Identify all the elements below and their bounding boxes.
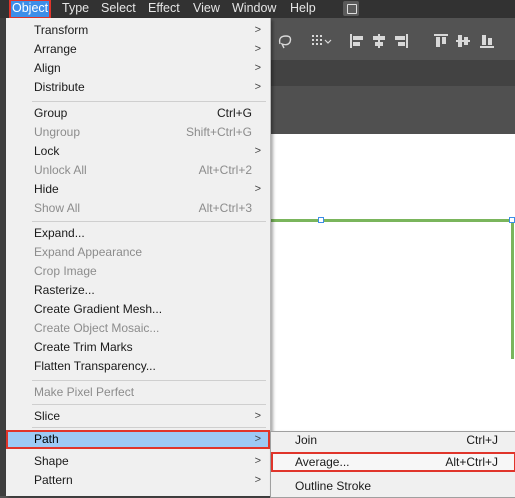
menu-separator [32,404,266,405]
menu-item-label: Group [34,106,68,120]
menu-item-crop-image: Crop Image [6,262,270,281]
path-submenu: Join Ctrl+J Average... Alt+Ctrl+J Outline … [270,431,515,498]
menu-item-label: Outline Stroke [295,479,372,493]
menu-item-shortcut: Ctrl+J [466,433,498,447]
menu-item-label: Unlock All [34,163,87,177]
menu-separator [32,380,266,381]
grid-dropdown-icon[interactable] [312,35,332,45]
menu-item-label: Lock [34,144,60,158]
menu-window[interactable]: Window [232,0,276,18]
menu-item-label: Hide [34,182,59,196]
menu-item-lock[interactable]: Lock > [6,142,270,161]
menu-item-shortcut: Shift+Ctrl+G [185,125,252,139]
menu-item-hide[interactable]: Hide > [6,180,270,199]
menu-item-shortcut: Alt+Ctrl+3 [198,201,252,215]
menu-item-pattern[interactable]: Pattern > [6,471,270,490]
align-bottom-icon[interactable] [480,35,494,48]
menu-bar: Object Type Select Effect View Window He… [0,0,515,19]
anchor-handle[interactable] [318,217,324,223]
menu-item-shape[interactable]: Shape > [6,452,270,471]
menu-item-label: Ungroup [34,125,81,139]
menu-item-distribute[interactable]: Distribute > [6,78,270,97]
object-menu: Transform > Arrange > Align > Distribute > G… [6,18,271,496]
align-middle-icon[interactable] [456,35,470,47]
menu-item-label: Create Object Mosaic... [34,321,160,335]
align-right-icon[interactable] [395,34,408,48]
menu-item-label: Flatten Transparency... [34,359,156,373]
menu-type[interactable]: Type [62,0,89,18]
arrange-documents-icon[interactable] [343,1,359,16]
menu-item-expand[interactable]: Expand... [6,224,270,243]
menu-item-expand-appearance: Expand Appearance [6,243,270,262]
menu-item-shortcut: Alt+Ctrl+2 [198,163,252,177]
menu-item-rasterize[interactable]: Rasterize... [6,281,270,300]
submenu-item-average[interactable]: Average... Alt+Ctrl+J [271,452,515,472]
align-top-icon[interactable] [434,34,448,47]
menu-item-path[interactable]: Path > [6,430,270,449]
menu-item-label: Show All [34,201,81,215]
menu-separator [32,101,266,102]
menu-item-slice[interactable]: Slice > [6,407,270,426]
menu-select[interactable]: Select [101,0,136,18]
menu-item-label: Join [295,433,318,447]
menu-item-group[interactable]: Group Ctrl+G [6,104,270,123]
menu-item-label: Transform [34,23,89,37]
menu-item-label: Create Gradient Mesh... [34,302,163,316]
chevron-right-icon: > [254,410,261,422]
chevron-right-icon: > [254,43,261,55]
chevron-right-icon: > [254,62,261,74]
menu-item-shortcut: Alt+Ctrl+J [445,455,498,469]
submenu-item-join[interactable]: Join Ctrl+J [271,430,515,450]
chevron-right-icon: > [254,183,261,195]
menu-item-ungroup: Ungroup Shift+Ctrl+G [6,123,270,142]
chevron-right-icon: > [254,81,261,93]
menu-item-label: Rasterize... [34,283,95,297]
chevron-right-icon: > [254,474,261,486]
menu-item-arrange[interactable]: Arrange > [6,40,270,59]
menu-item-create-gradient-mesh[interactable]: Create Gradient Mesh... [6,300,270,319]
menu-item-make-pixel-perfect: Make Pixel Perfect [6,383,270,402]
menu-item-unlock-all: Unlock All Alt+Ctrl+2 [6,161,270,180]
menu-item-create-trim-marks[interactable]: Create Trim Marks [6,338,270,357]
menu-item-label: Expand Appearance [34,245,143,259]
menu-item-label: Expand... [34,226,85,240]
menu-view[interactable]: View [193,0,220,18]
chevron-right-icon: > [254,145,261,157]
menu-help[interactable]: Help [290,0,316,18]
selected-path-top[interactable] [270,219,513,222]
align-center-icon[interactable] [373,34,385,48]
menu-item-label: Slice [34,409,61,423]
document-header [270,86,515,134]
menu-item-label: Make Pixel Perfect [34,385,135,399]
menu-item-create-object-mosaic: Create Object Mosaic... [6,319,270,338]
menu-item-flatten-transparency[interactable]: Flatten Transparency... [6,357,270,376]
submenu-item-outline-stroke[interactable]: Outline Stroke [271,476,515,496]
menu-item-label: Arrange [34,42,77,56]
menu-item-label: Align [34,61,61,75]
menu-item-label: Distribute [34,80,85,94]
menu-item-transform[interactable]: Transform > [6,21,270,40]
menu-item-label: Pattern [34,473,73,487]
document-tab-bar [270,60,515,86]
menu-item-show-all: Show All Alt+Ctrl+3 [6,199,270,218]
menu-object[interactable]: Object [8,0,52,19]
lasso-icon[interactable] [278,35,292,49]
menu-item-label: Create Trim Marks [34,340,133,354]
chevron-right-icon: > [254,433,261,445]
menu-effect[interactable]: Effect [148,0,180,18]
chevron-right-icon: > [254,455,261,467]
menu-item-label: Crop Image [34,264,97,278]
menu-item-label: Path [34,432,59,446]
anchor-handle[interactable] [509,217,515,223]
control-bar [270,18,515,60]
menu-separator [32,427,266,428]
selected-path-right[interactable] [511,219,514,359]
menu-item-shortcut: Ctrl+G [216,106,252,120]
align-left-icon[interactable] [350,34,363,48]
chevron-right-icon: > [254,24,261,36]
menu-item-label: Shape [34,454,69,468]
menu-separator [32,221,266,222]
menu-item-align[interactable]: Align > [6,59,270,78]
menu-item-label: Average... [295,455,350,469]
